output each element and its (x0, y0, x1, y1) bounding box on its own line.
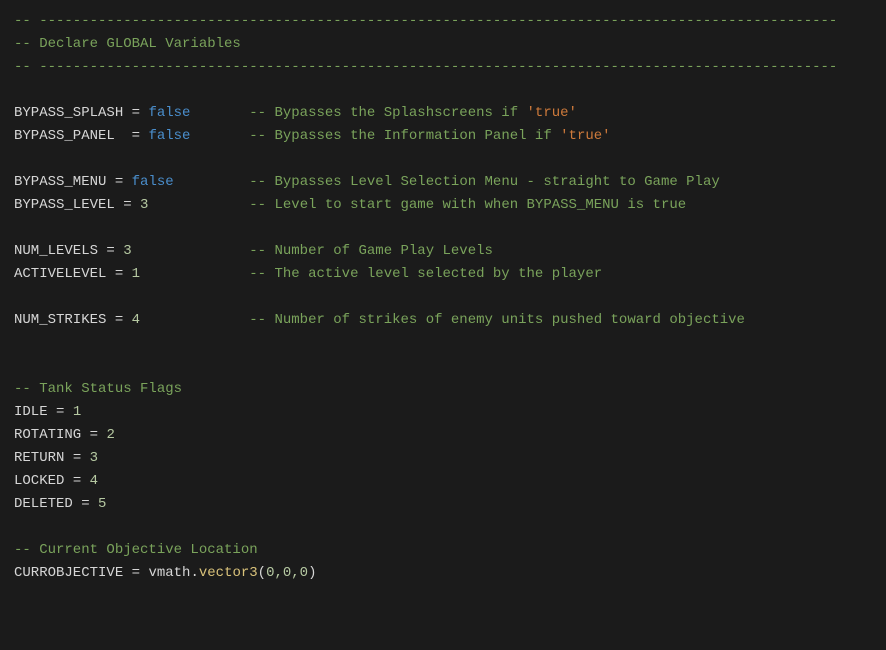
var-bypass-level: BYPASS_LEVEL (14, 197, 115, 213)
val-rotating: 2 (106, 427, 114, 443)
comment-divider: -- -------------------------------------… (14, 13, 837, 29)
var-locked: LOCKED (14, 473, 64, 489)
cmt-splash: -- Bypasses the Splashscreens if (249, 105, 526, 121)
code-block: -- -------------------------------------… (0, 0, 886, 599)
cmt-num-levels: -- Number of Game Play Levels (249, 243, 493, 259)
cmt-objective-hdr: -- Current Objective Location (14, 542, 258, 558)
var-active-level: ACTIVELEVEL (14, 266, 106, 282)
cmt-num-strikes: -- Number of strikes of enemy units push… (249, 312, 745, 328)
cmt-menu: -- Bypasses Level Selection Menu - strai… (249, 174, 719, 190)
var-rotating: ROTATING (14, 427, 81, 443)
cmt-panel-true: 'true' (560, 128, 610, 144)
comment-title: -- Declare GLOBAL Variables (14, 36, 241, 52)
var-return: RETURN (14, 450, 64, 466)
cmt-tank-hdr: -- Tank Status Flags (14, 381, 182, 397)
val-return: 3 (90, 450, 98, 466)
val-bypass-menu: false (132, 174, 174, 190)
args-vector3: 0,0,0 (266, 565, 308, 581)
comment-divider: -- -------------------------------------… (14, 59, 837, 75)
val-locked: 4 (90, 473, 98, 489)
var-bypass-menu: BYPASS_MENU (14, 174, 106, 190)
fn-vector3: vector3 (199, 565, 258, 581)
var-num-levels: NUM_LEVELS (14, 243, 98, 259)
module-vmath: vmath (148, 565, 190, 581)
val-idle: 1 (73, 404, 81, 420)
var-bypass-splash: BYPASS_SPLASH (14, 105, 123, 121)
var-num-strikes: NUM_STRIKES (14, 312, 106, 328)
var-currobjective: CURROBJECTIVE (14, 565, 123, 581)
val-bypass-level: 3 (140, 197, 148, 213)
val-bypass-panel: false (148, 128, 190, 144)
val-active-level: 1 (132, 266, 140, 282)
val-num-levels: 3 (123, 243, 131, 259)
var-bypass-panel: BYPASS_PANEL (14, 128, 115, 144)
cmt-active-level: -- The active level selected by the play… (249, 266, 602, 282)
val-num-strikes: 4 (132, 312, 140, 328)
cmt-splash-true: 'true' (527, 105, 577, 121)
val-bypass-splash: false (148, 105, 190, 121)
val-deleted: 5 (98, 496, 106, 512)
cmt-panel: -- Bypasses the Information Panel if (249, 128, 560, 144)
cmt-level: -- Level to start game with when BYPASS_… (249, 197, 686, 213)
var-deleted: DELETED (14, 496, 73, 512)
var-idle: IDLE (14, 404, 48, 420)
